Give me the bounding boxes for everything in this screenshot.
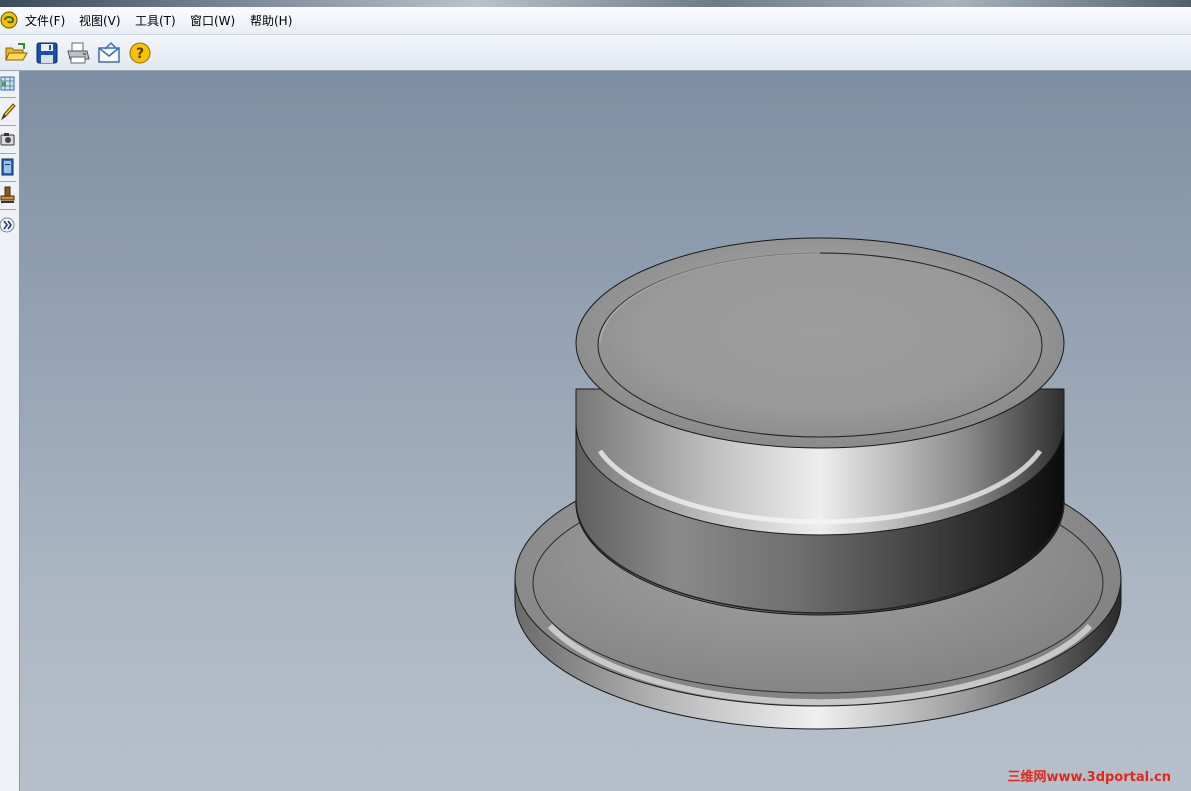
- window-title-strip: [0, 0, 1191, 7]
- print-icon: [67, 42, 90, 64]
- save-button[interactable]: [34, 40, 60, 66]
- menu-window[interactable]: 窗口(W): [190, 13, 235, 29]
- grid-view-button[interactable]: [0, 73, 16, 95]
- stamp-icon: [0, 186, 15, 203]
- library-button[interactable]: [0, 156, 16, 178]
- watermark-text: 三维网www.3dportal.cn: [1007, 770, 1171, 785]
- left-toolbar: [0, 71, 20, 791]
- open-folder-icon: [5, 43, 28, 61]
- email-envelope-icon: [98, 41, 120, 63]
- 3d-knob-cap-model[interactable]: [20, 71, 1191, 791]
- menu-file[interactable]: 文件(F): [25, 13, 65, 29]
- menu-view[interactable]: 视图(V): [79, 13, 121, 29]
- email-button[interactable]: [96, 40, 122, 66]
- stamp-button[interactable]: [0, 184, 16, 206]
- menu-bar: 文件(F) 视图(V) 工具(T) 窗口(W) 帮助(H): [0, 7, 1191, 35]
- sketch-button[interactable]: [0, 100, 16, 122]
- main-toolbar: ?: [0, 35, 1191, 71]
- grid-view-icon: [0, 76, 15, 91]
- print-button[interactable]: [65, 40, 91, 66]
- svg-text:?: ?: [136, 46, 144, 62]
- menu-tools[interactable]: 工具(T): [135, 13, 176, 29]
- menu-help[interactable]: 帮助(H): [250, 13, 292, 29]
- save-disk-icon: [36, 42, 58, 64]
- help-question-icon: ?: [129, 42, 151, 64]
- camera-icon: [0, 133, 15, 146]
- expand-chevron-icon: [0, 217, 15, 233]
- help-button[interactable]: ?: [127, 40, 153, 66]
- camera-button[interactable]: [0, 128, 16, 150]
- book-icon: [1, 158, 14, 176]
- 3d-viewport[interactable]: 三维网www.3dportal.cn: [20, 71, 1191, 791]
- expand-toolbar-button[interactable]: [0, 214, 16, 236]
- app-logo-icon: [0, 11, 18, 29]
- open-button[interactable]: [3, 40, 29, 66]
- pencil-icon: [0, 103, 16, 121]
